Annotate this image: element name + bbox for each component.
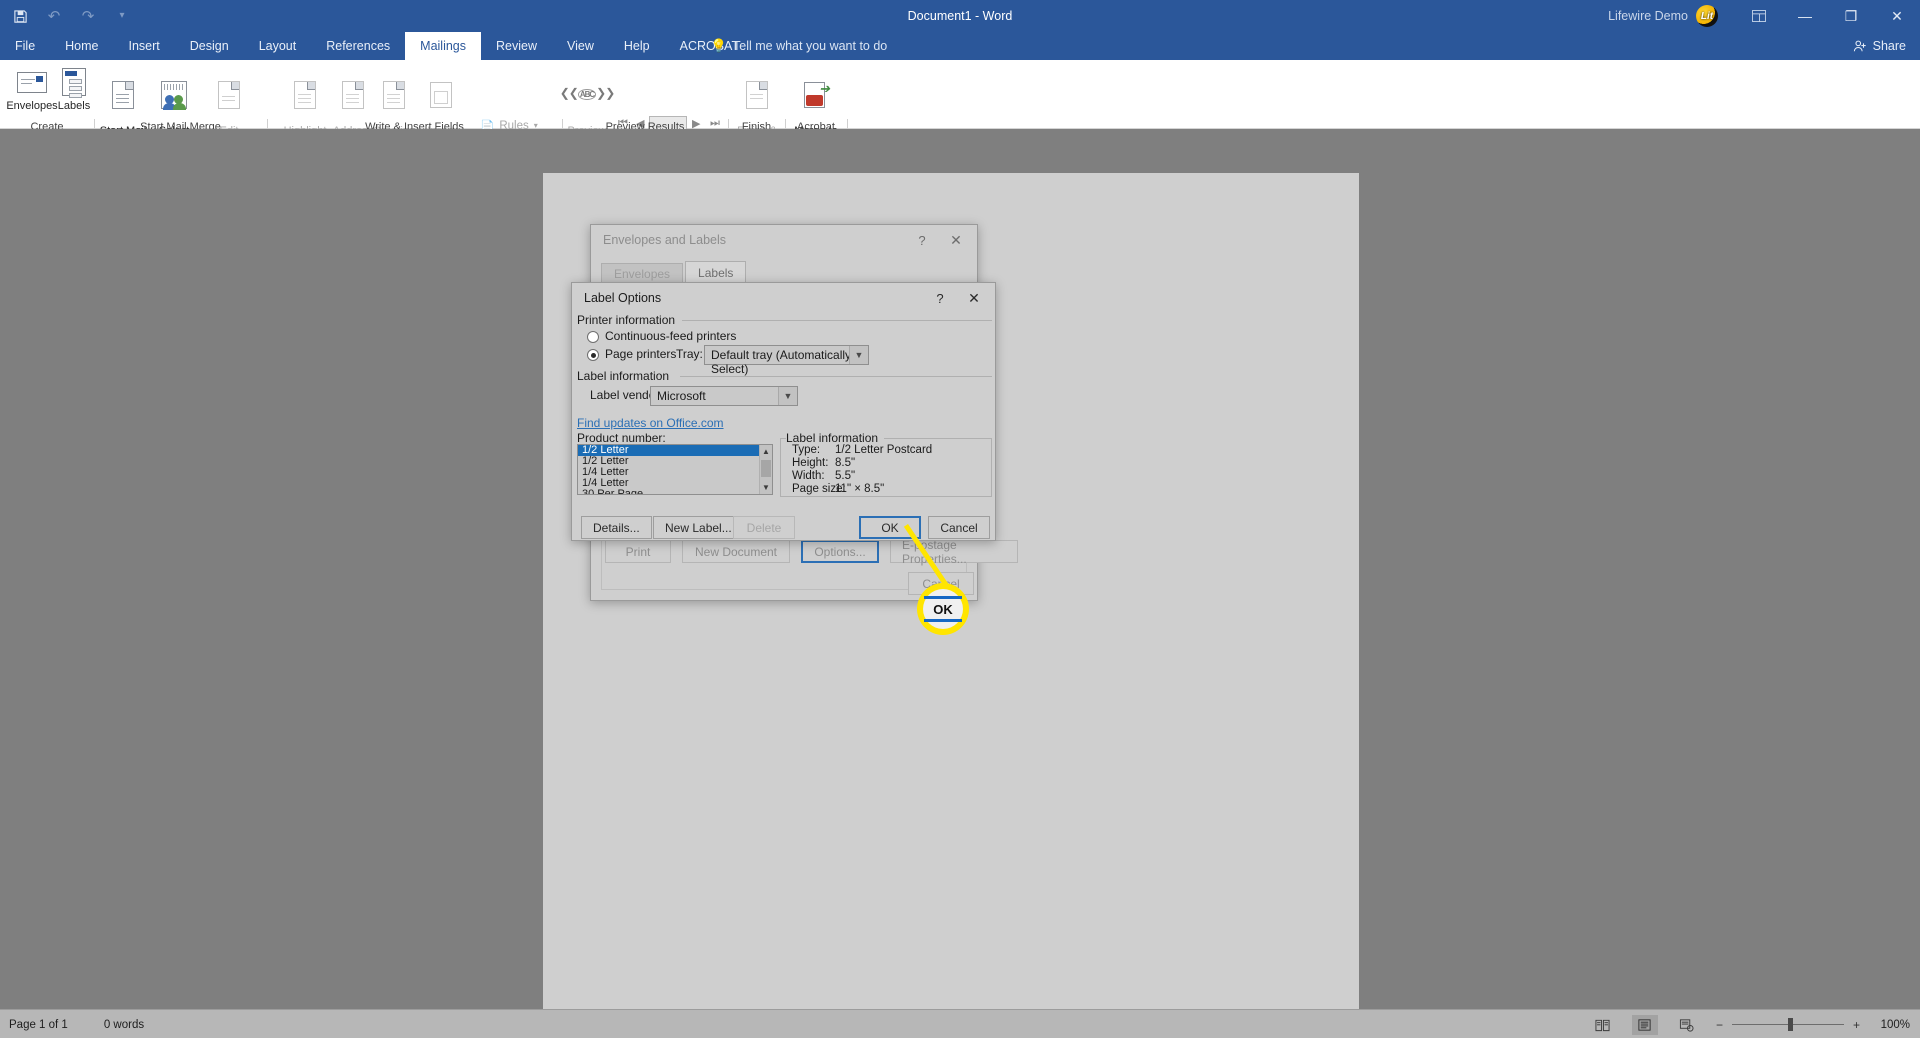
tab-insert[interactable]: Insert (114, 32, 175, 60)
scrollbar-thumb[interactable] (761, 460, 771, 477)
label-options-cancel-button[interactable]: Cancel (928, 516, 990, 539)
zoom-level[interactable]: 100% (1876, 1019, 1910, 1031)
chevron-down-icon[interactable]: ▼ (849, 346, 868, 364)
page-printers-label[interactable]: Page printers (605, 347, 676, 361)
title-bar: ↶ ↷ ▾ Document1 - Word Lifewire Demo — ❐… (0, 0, 1920, 32)
page-indicator[interactable]: Page 1 of 1 (9, 1019, 68, 1031)
word-window: ↶ ↷ ▾ Document1 - Word Lifewire Demo — ❐… (0, 0, 1920, 1038)
find-updates-link[interactable]: Find updates on Office.com (577, 416, 724, 430)
minimize-button[interactable]: — (1782, 0, 1828, 32)
person-add-icon (1853, 40, 1866, 52)
info-key-type: Type: (792, 444, 821, 456)
tab-file[interactable]: File (0, 32, 50, 60)
delete-button[interactable]: Delete (733, 516, 795, 539)
continuous-feed-label[interactable]: Continuous-feed printers (605, 329, 736, 343)
user-name: Lifewire Demo (1608, 9, 1688, 23)
ribbon-display-options-icon[interactable] (1736, 0, 1782, 32)
label-options-close-icon[interactable]: ✕ (959, 287, 989, 309)
page-printers-radio[interactable] (587, 349, 599, 361)
document-icon (94, 79, 152, 111)
zoom-slider-thumb[interactable] (1787, 1018, 1793, 1031)
new-document-button[interactable]: New Document (682, 540, 790, 563)
info-key-height: Height: (792, 457, 829, 469)
tab-mailings[interactable]: Mailings (405, 32, 482, 60)
tab-review[interactable]: Review (481, 32, 552, 60)
zoom-out-button[interactable]: − (1716, 1018, 1723, 1032)
edit-person-icon (200, 79, 258, 111)
tray-label: Tray: (676, 347, 703, 361)
tab-help[interactable]: Help (609, 32, 665, 60)
ribbon-tab-bar: File Home Insert Design Layout Reference… (0, 32, 1920, 60)
new-label-button[interactable]: New Label... (653, 516, 744, 539)
tab-references[interactable]: References (311, 32, 405, 60)
restore-button[interactable]: ❐ (1828, 0, 1874, 32)
label-information-group-label: Label information (577, 369, 676, 383)
chevron-down-icon[interactable]: ▼ (778, 387, 797, 405)
envelopes-dialog-button-row: Print New Document Options... E-postage … (605, 538, 1018, 566)
scroll-down-icon[interactable]: ▼ (760, 481, 772, 494)
product-number-label: Product number: (577, 431, 666, 445)
tell-me-label: Tell me what you want to do (733, 39, 888, 53)
zoom-control: − + (1716, 1018, 1860, 1032)
preview-magnifier-icon: ❮❮ ABC ❯❯ (559, 86, 615, 101)
envelopes-dialog-tabs: Envelopes Labels (601, 261, 748, 283)
ribbon-tabs: File Home Insert Design Layout Reference… (0, 32, 754, 60)
details-button[interactable]: Details... (581, 516, 652, 539)
info-value-height: 8.5" (835, 457, 856, 469)
title-bar-right: Lifewire Demo — ❐ ✕ (1608, 0, 1920, 32)
status-bar-left: Page 1 of 1 0 words (9, 1010, 144, 1038)
zoom-slider-track[interactable] (1731, 1018, 1844, 1031)
lightbulb-icon: 💡 (710, 38, 728, 53)
zoom-in-button[interactable]: + (1853, 1018, 1860, 1032)
word-count[interactable]: 0 words (104, 1019, 144, 1031)
tab-home[interactable]: Home (50, 32, 113, 60)
info-value-type: 1/2 Letter Postcard (835, 444, 933, 456)
printer-information-group-label: Printer information (577, 313, 682, 327)
scroll-up-icon[interactable]: ▲ (760, 445, 772, 458)
tab-design[interactable]: Design (175, 32, 244, 60)
e-postage-properties-button[interactable]: E-postage Properties... (890, 538, 1018, 566)
info-value-width: 5.5" (835, 470, 856, 482)
web-layout-icon[interactable] (1674, 1015, 1700, 1035)
ribbon: Envelopes Labels Start Mail Merge Select… (0, 60, 1920, 177)
tab-labels[interactable]: Labels (685, 261, 747, 283)
people-icon (145, 79, 203, 111)
finish-merge-icon (728, 79, 786, 111)
label-options-dialog: Label Options ? ✕ Printer information Co… (571, 282, 996, 541)
continuous-feed-radio[interactable] (587, 331, 599, 343)
callout-ok-label: OK (923, 589, 963, 629)
info-value-page-size: 11" × 8.5" (835, 483, 885, 495)
label-vendors-value: Microsoft (657, 389, 706, 403)
envelopes-dialog-help-icon[interactable]: ? (911, 229, 933, 251)
options-button[interactable]: Options... (801, 540, 879, 563)
status-bar-right: − + 100% (1590, 1010, 1910, 1038)
status-bar: Page 1 of 1 0 words − + 100% (0, 1009, 1920, 1038)
tray-value: Default tray (Automatically Select) (711, 348, 852, 376)
print-button[interactable]: Print (605, 540, 671, 563)
tab-envelopes[interactable]: Envelopes (601, 263, 684, 283)
share-label: Share (1872, 39, 1906, 53)
tab-view[interactable]: View (552, 32, 609, 60)
tell-me-box[interactable]: 💡 Tell me what you want to do (710, 32, 888, 60)
list-item[interactable]: 30 Per Page (578, 489, 772, 495)
print-layout-icon[interactable] (1631, 1014, 1658, 1035)
label-vendors-dropdown[interactable]: Microsoft ▼ (650, 386, 798, 406)
avatar[interactable] (1696, 5, 1718, 27)
product-number-listbox[interactable]: 1/2 Letter 1/2 Letter 1/4 Letter 1/4 Let… (577, 444, 773, 495)
tray-dropdown[interactable]: Default tray (Automatically Select) ▼ (704, 345, 869, 376)
envelopes-dialog-close-icon[interactable]: ✕ (941, 229, 971, 251)
callout-ok-badge: OK (917, 583, 969, 635)
tab-layout[interactable]: Layout (244, 32, 312, 60)
labels-label: Labels (57, 100, 91, 112)
label-info-panel-title: Label information (786, 431, 885, 445)
listbox-scrollbar[interactable]: ▲ ▼ (759, 445, 772, 494)
label-options-help-icon[interactable]: ? (929, 287, 951, 309)
close-button[interactable]: ✕ (1874, 0, 1920, 32)
read-mode-icon[interactable] (1590, 1015, 1616, 1035)
info-key-width: Width: (792, 470, 825, 482)
merge-field-grid-icon (412, 79, 470, 111)
adobe-pdf-icon: ➔ (787, 79, 845, 111)
share-button[interactable]: Share (1853, 32, 1906, 60)
